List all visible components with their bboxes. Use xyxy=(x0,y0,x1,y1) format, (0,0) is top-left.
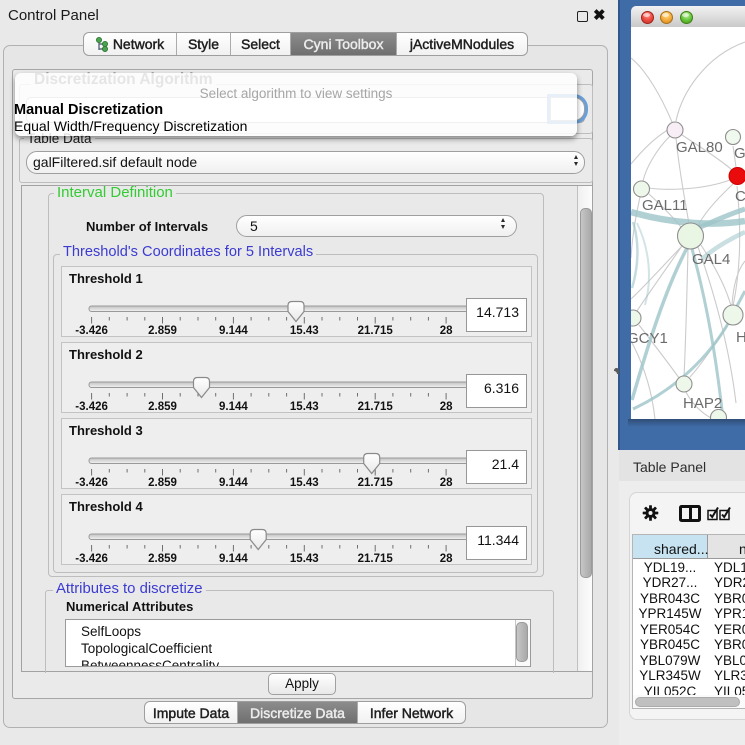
svg-text:15.43: 15.43 xyxy=(290,553,319,564)
svg-text:9.144: 9.144 xyxy=(219,325,248,336)
svg-text:HAP2: HAP2 xyxy=(683,395,722,412)
svg-text:21.715: 21.715 xyxy=(358,325,394,336)
svg-text:2.859: 2.859 xyxy=(148,553,177,564)
svg-text:15.43: 15.43 xyxy=(290,477,319,488)
svg-text:2.859: 2.859 xyxy=(148,401,177,412)
svg-text:28: 28 xyxy=(440,401,453,412)
svg-text:C: C xyxy=(735,188,745,205)
svg-text:28: 28 xyxy=(440,325,453,336)
svg-text:-3.426: -3.426 xyxy=(75,477,108,488)
svg-text:21.715: 21.715 xyxy=(358,401,394,412)
svg-text:28: 28 xyxy=(440,477,453,488)
svg-text:-3.426: -3.426 xyxy=(75,325,108,336)
svg-text:9.144: 9.144 xyxy=(219,553,248,564)
svg-text:2.859: 2.859 xyxy=(148,477,177,488)
svg-text:GAL11: GAL11 xyxy=(642,197,688,214)
svg-text:21.715: 21.715 xyxy=(358,477,394,488)
svg-text:15.43: 15.43 xyxy=(290,325,319,336)
svg-text:H: H xyxy=(736,329,745,346)
svg-text:GAL4: GAL4 xyxy=(692,251,730,268)
svg-text:GCY1: GCY1 xyxy=(631,330,668,347)
svg-text:-3.426: -3.426 xyxy=(75,553,108,564)
svg-text:9.144: 9.144 xyxy=(219,477,248,488)
svg-text:GA: GA xyxy=(734,145,745,162)
svg-text:21.715: 21.715 xyxy=(358,553,394,564)
svg-text:28: 28 xyxy=(440,553,453,564)
svg-text:GAL80: GAL80 xyxy=(676,139,723,156)
svg-text:-3.426: -3.426 xyxy=(75,401,108,412)
svg-text:15.43: 15.43 xyxy=(290,401,319,412)
svg-text:9.144: 9.144 xyxy=(219,401,248,412)
svg-text:2.859: 2.859 xyxy=(148,325,177,336)
